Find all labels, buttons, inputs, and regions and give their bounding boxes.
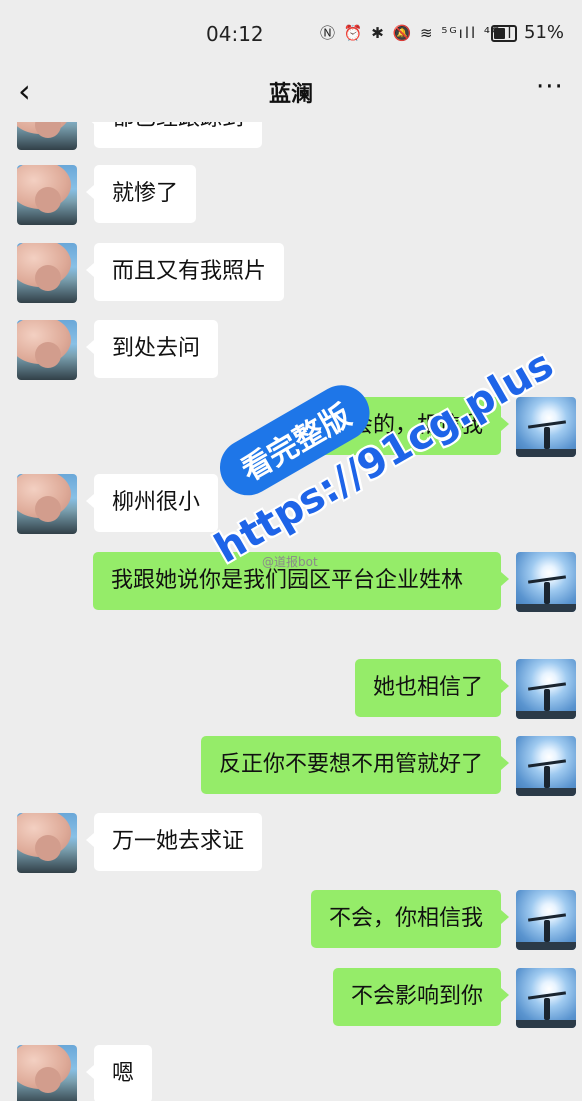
self-avatar[interactable]: [516, 552, 576, 612]
more-options-icon[interactable]: ···: [536, 72, 564, 102]
self-avatar[interactable]: [516, 890, 576, 950]
self-avatar[interactable]: [516, 736, 576, 796]
message-bubble: 万一她去求证: [85, 813, 263, 871]
message-bubble: 反正你不要想不用管就好了: [200, 736, 510, 794]
message-bubble: 都已经跟踪到: [85, 122, 263, 148]
message-bubble: 不会影响到你: [332, 968, 510, 1026]
message-bubble: 她也相信了: [354, 659, 510, 717]
contact-avatar[interactable]: [17, 1045, 77, 1101]
message-bubble: 不会的，相信我: [310, 397, 510, 455]
weibo-attribution: @道报bot: [262, 555, 318, 569]
contact-avatar[interactable]: [17, 122, 77, 150]
contact-avatar[interactable]: [17, 165, 77, 225]
message-bubble: 到处去问: [85, 320, 219, 378]
self-avatar[interactable]: [516, 968, 576, 1028]
status-icons: Ⓝ ⏰ ✱ 🔕 ≋ ⁵ᴳıll ⁴ᴳıll: [320, 24, 520, 42]
message-bubble: 而且又有我照片: [85, 243, 285, 301]
contact-avatar[interactable]: [17, 320, 77, 380]
message-bubble: 嗯: [85, 1045, 153, 1101]
chat-header: ‹ 蓝澜 ···: [0, 60, 582, 122]
contact-avatar[interactable]: [17, 474, 77, 534]
chat-title: 蓝澜: [268, 82, 313, 107]
message-bubble: 柳州很小: [85, 474, 219, 532]
contact-avatar[interactable]: [17, 813, 77, 873]
self-avatar[interactable]: [516, 397, 576, 457]
battery-icon: [491, 25, 517, 42]
message-list[interactable]: 都已经跟踪到 就惨了 而且又有我照片 到处去问 不会的，相信我 柳州很小 我跟她…: [0, 122, 582, 1101]
contact-avatar[interactable]: [17, 243, 77, 303]
status-time: 04:12: [206, 22, 264, 46]
self-avatar[interactable]: [516, 659, 576, 719]
message-bubble: 就惨了: [85, 165, 197, 223]
message-bubble: 不会，你相信我: [310, 890, 510, 948]
status-bar: 04:12 Ⓝ ⏰ ✱ 🔕 ≋ ⁵ᴳıll ⁴ᴳıll 51%: [0, 0, 582, 60]
battery-level: 51%: [524, 22, 565, 43]
